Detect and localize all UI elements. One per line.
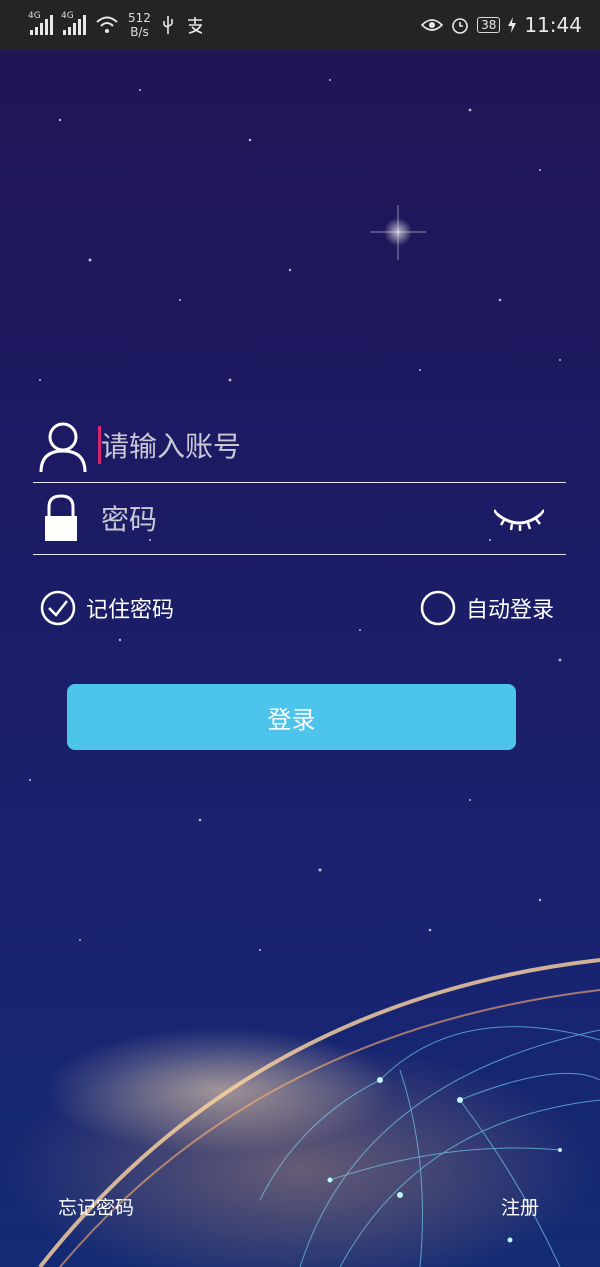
auto-login-option[interactable]: 自动登录	[420, 590, 554, 626]
login-button[interactable]: 登录	[67, 684, 516, 750]
clock: 11:44	[524, 13, 582, 37]
network-speed: 512 B/s	[128, 11, 151, 39]
auto-login-label: 自动登录	[466, 598, 555, 623]
eye-comfort-icon	[421, 19, 444, 31]
charging-icon	[508, 17, 517, 33]
alipay-icon	[187, 17, 203, 34]
check-circle-icon	[40, 590, 76, 626]
status-bar: 4G 4G 512 B/s 38 11:44	[0, 0, 600, 50]
register-link[interactable]: 注册	[501, 1193, 539, 1220]
wifi-icon	[96, 16, 118, 33]
remember-password-option[interactable]: 记住密码	[40, 590, 174, 626]
lock-icon	[45, 494, 77, 541]
earth-network-graphic	[29, 79, 600, 1267]
password-field	[33, 488, 566, 555]
usb-icon	[163, 16, 173, 34]
remember-password-label: 记住密码	[86, 598, 175, 623]
cellular-signal-icon: 4G	[28, 11, 53, 35]
alarm-icon	[452, 18, 468, 34]
cellular-signal-icon-2: 4G	[61, 11, 86, 35]
password-input[interactable]	[99, 496, 493, 542]
user-icon	[39, 422, 87, 473]
battery-level: 38	[477, 17, 501, 33]
circle-icon	[420, 590, 456, 626]
forgot-password-link[interactable]: 忘记密码	[58, 1193, 134, 1220]
account-input[interactable]	[99, 423, 493, 469]
account-field	[33, 415, 566, 483]
eye-closed-icon[interactable]	[494, 508, 544, 534]
